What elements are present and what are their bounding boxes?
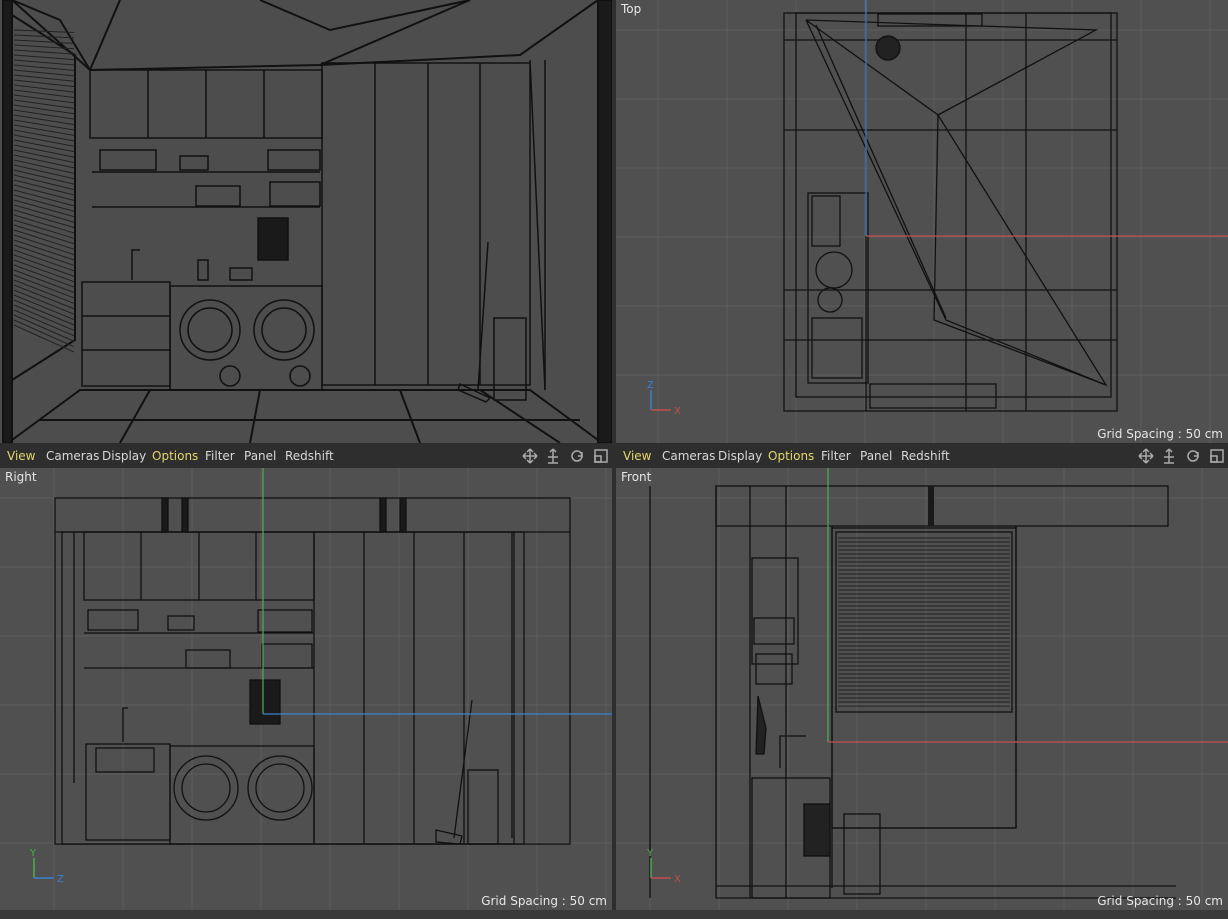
maximize-view-icon[interactable]: [592, 447, 610, 465]
move-view-icon[interactable]: [521, 447, 539, 465]
top-viewport[interactable]: Z X Top Grid Spacing : 50 cm: [616, 0, 1228, 443]
timeline-strip[interactable]: [0, 910, 1228, 919]
grid-spacing-front: Grid Spacing : 50 cm: [1097, 894, 1223, 908]
svg-text:Z: Z: [647, 380, 654, 391]
menu-cameras[interactable]: Cameras: [662, 449, 715, 463]
menu-display[interactable]: Display: [718, 449, 762, 463]
viewport-menubar-left: View Cameras Display Options Filter Pane…: [0, 444, 612, 468]
menu-filter[interactable]: Filter: [821, 449, 851, 463]
viewport-nav-icons: [1135, 447, 1226, 465]
move-view-icon[interactable]: [1137, 447, 1155, 465]
viewport-label-front: Front: [621, 470, 652, 484]
menu-redshift[interactable]: Redshift: [285, 449, 334, 463]
menu-redshift[interactable]: Redshift: [901, 449, 950, 463]
svg-text:Z: Z: [57, 874, 64, 885]
viewport-label-top: Top: [621, 2, 642, 16]
rotate-view-icon[interactable]: [568, 447, 586, 465]
menu-panel[interactable]: Panel: [860, 449, 892, 463]
perspective-viewport[interactable]: [0, 0, 612, 443]
svg-text:Y: Y: [646, 848, 654, 859]
viewport-label-right: Right: [5, 470, 37, 484]
svg-text:X: X: [674, 874, 681, 885]
menu-view[interactable]: View: [623, 449, 651, 463]
maximize-view-icon[interactable]: [1208, 447, 1226, 465]
menu-panel[interactable]: Panel: [244, 449, 276, 463]
viewport-nav-icons: [519, 447, 610, 465]
menu-options[interactable]: Options: [152, 449, 198, 463]
grid-spacing-right: Grid Spacing : 50 cm: [481, 894, 607, 908]
perspective-wireframe: [2, 0, 612, 443]
svg-text:Y: Y: [29, 848, 37, 859]
menu-view[interactable]: View: [7, 449, 35, 463]
right-viewport[interactable]: Y Z Right Grid Spacing : 50 cm: [0, 468, 612, 910]
svg-text:X: X: [674, 406, 681, 417]
menu-cameras[interactable]: Cameras: [46, 449, 99, 463]
grid-spacing-top: Grid Spacing : 50 cm: [1097, 427, 1223, 441]
rotate-view-icon[interactable]: [1184, 447, 1202, 465]
menu-options[interactable]: Options: [768, 449, 814, 463]
menu-filter[interactable]: Filter: [205, 449, 235, 463]
front-viewport[interactable]: Y X Front Grid Spacing : 50 cm: [616, 468, 1228, 910]
menu-display[interactable]: Display: [102, 449, 146, 463]
front-wireframe: Y X: [616, 468, 1228, 910]
zoom-view-icon[interactable]: [1160, 447, 1178, 465]
right-wireframe: Y Z: [0, 468, 612, 910]
zoom-view-icon[interactable]: [544, 447, 562, 465]
viewport-menubar-right: View Cameras Display Options Filter Pane…: [616, 444, 1228, 468]
top-wireframe: Z X: [616, 0, 1228, 443]
